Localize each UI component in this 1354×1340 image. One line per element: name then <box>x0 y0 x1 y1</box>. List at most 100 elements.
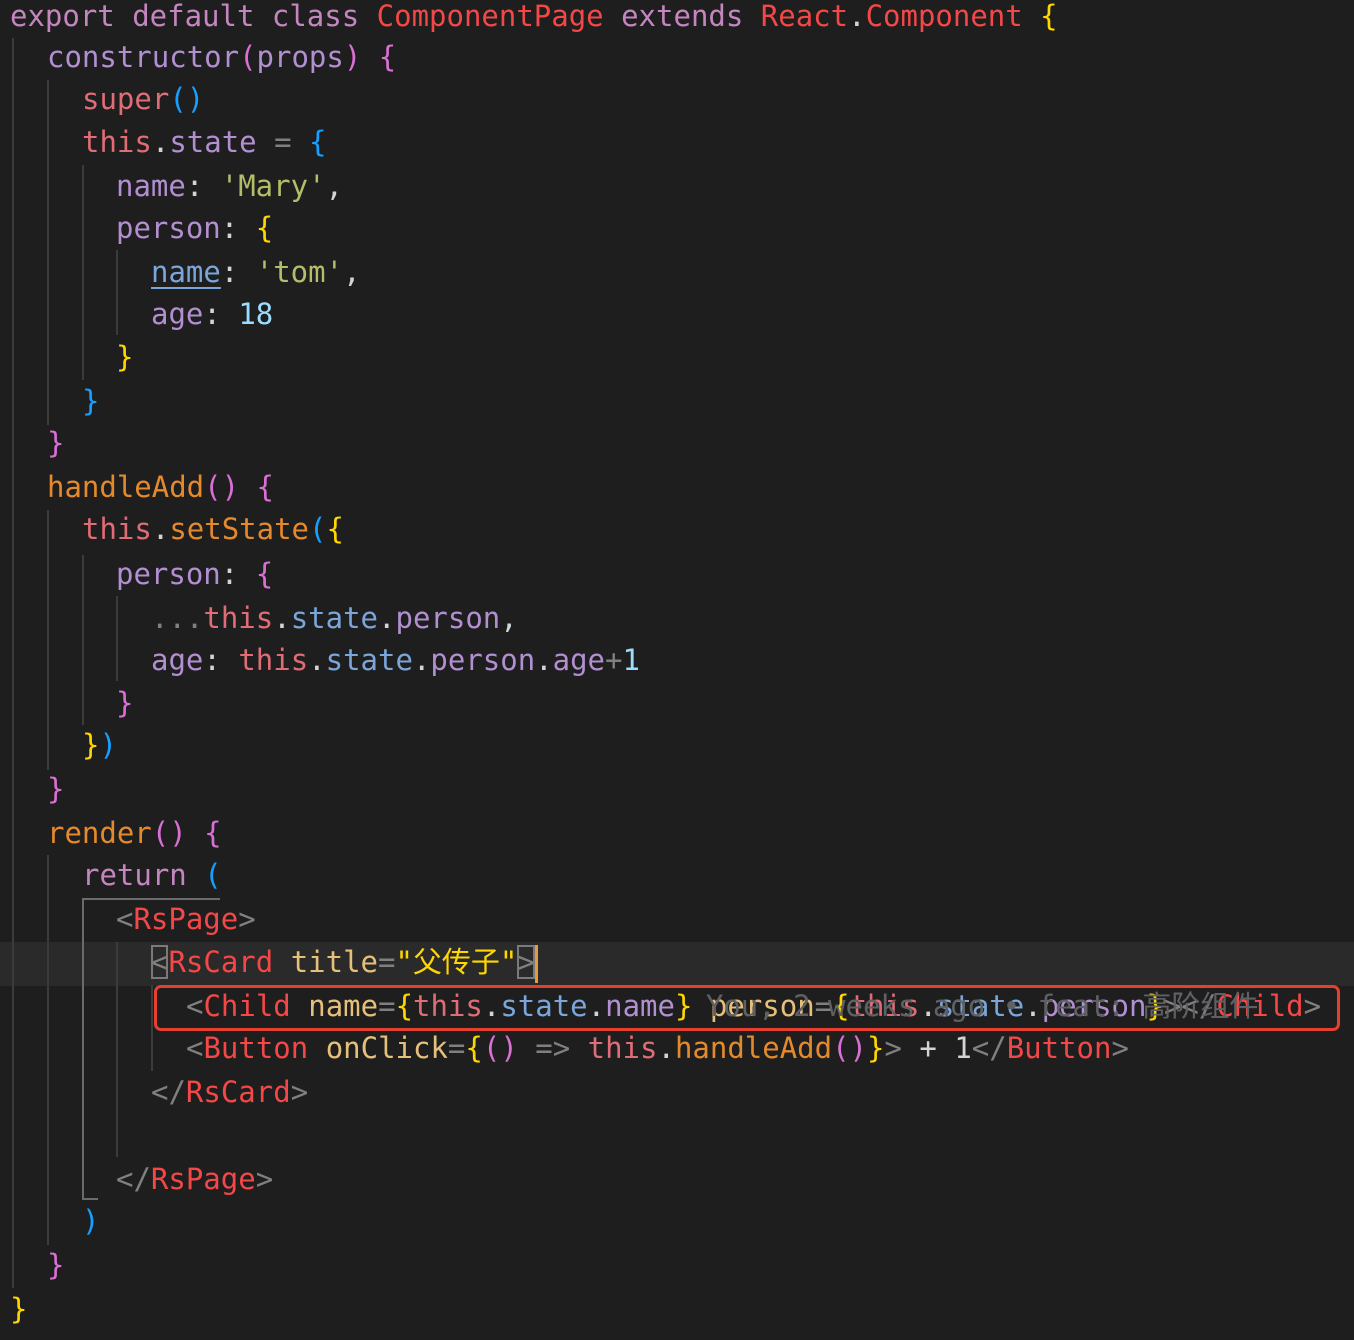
code-line[interactable]: } <box>116 335 133 379</box>
code-token: () <box>482 1031 518 1065</box>
code-token: { <box>255 557 274 591</box>
code-token: 'tom' <box>255 255 344 289</box>
code-token: } <box>867 1031 885 1065</box>
code-token: : <box>185 169 221 203</box>
code-line[interactable]: } <box>47 1243 64 1287</box>
code-token: Component <box>865 0 1023 33</box>
code-token: () <box>169 82 205 116</box>
code-token: : <box>203 297 239 331</box>
code-token: = <box>256 125 310 159</box>
code-token: ) <box>99 728 117 762</box>
code-token: } <box>10 1292 28 1326</box>
code-token: export default class <box>10 0 377 33</box>
code-token: . <box>151 512 170 546</box>
code-token: ) <box>343 40 362 74</box>
code-token: > <box>255 1162 274 1196</box>
code-line[interactable]: } <box>82 379 99 423</box>
code-line[interactable]: <RsCard title="父传子"> <box>151 940 538 984</box>
code-token: person <box>116 211 221 245</box>
indent-guide <box>12 38 14 1288</box>
code-token: person <box>116 557 221 591</box>
code-token: this <box>238 643 309 677</box>
code-line[interactable]: age: this.state.person.age+1 <box>151 638 640 682</box>
code-line[interactable]: constructor(props) { <box>47 35 396 79</box>
code-line[interactable]: } <box>47 767 64 811</box>
code-token: ( <box>309 512 327 546</box>
code-token: age <box>151 643 204 677</box>
code-token: + 1 <box>901 1031 972 1065</box>
code-line[interactable]: ...this.state.person, <box>151 596 518 640</box>
code-token: ( <box>239 40 257 74</box>
code-token: . <box>412 643 431 677</box>
code-token: { <box>255 211 274 245</box>
code-token: this <box>82 512 152 546</box>
code-token: state <box>290 601 379 635</box>
code-token: ... <box>151 601 204 635</box>
code-token: this <box>82 125 152 159</box>
code-token: , <box>500 601 518 635</box>
code-line[interactable]: </RsCard> <box>151 1070 308 1114</box>
code-token: () <box>204 470 240 504</box>
code-line[interactable]: } <box>47 421 64 465</box>
code-token: < <box>186 1031 204 1065</box>
code-token: age <box>151 297 204 331</box>
indent-guide <box>116 250 118 335</box>
code-line[interactable]: age: 18 <box>151 292 273 336</box>
code-line[interactable]: name: 'tom', <box>151 250 361 294</box>
indent-guide <box>47 80 49 425</box>
code-line[interactable]: person: { <box>116 206 273 250</box>
code-token: 'Mary' <box>220 169 326 203</box>
indent-guide-active <box>82 898 84 1200</box>
code-token: React <box>760 0 849 33</box>
code-token: </ <box>151 1075 186 1109</box>
code-token: title <box>273 945 378 979</box>
code-line[interactable]: render() { <box>47 811 222 855</box>
code-line[interactable]: } <box>116 681 133 725</box>
code-line[interactable]: super() <box>82 77 204 121</box>
code-token: Button <box>1006 1031 1112 1065</box>
code-token: => <box>517 1031 588 1065</box>
code-token: setState <box>169 512 309 546</box>
code-token: , <box>325 169 343 203</box>
code-token: < <box>151 945 169 979</box>
code-line[interactable]: </RsPage> <box>116 1157 273 1201</box>
code-token: () <box>832 1031 867 1065</box>
code-token: () <box>151 816 187 850</box>
code-token: > <box>238 902 256 936</box>
code-token: extends <box>603 0 761 33</box>
code-line[interactable]: ) <box>82 1199 99 1243</box>
code-token: props <box>256 40 344 74</box>
code-token: : <box>220 211 256 245</box>
code-line[interactable]: export default class ComponentPage exten… <box>10 0 1058 38</box>
code-token: { <box>361 40 397 74</box>
code-token: > <box>884 1031 902 1065</box>
code-line[interactable]: <RsPage> <box>116 897 256 941</box>
code-token: </ <box>971 1031 1007 1065</box>
code-token: 1 <box>622 643 640 677</box>
code-line[interactable]: }) <box>82 723 117 767</box>
code-line[interactable]: return ( <box>82 853 222 897</box>
code-token: . <box>308 643 326 677</box>
code-line[interactable]: name: 'Mary', <box>116 164 343 208</box>
code-token: } <box>116 686 134 720</box>
indent-guide <box>151 985 153 1071</box>
code-token: age <box>552 643 606 677</box>
code-token: { <box>309 125 327 159</box>
code-token: constructor <box>47 40 240 74</box>
code-line[interactable]: } <box>10 1287 27 1331</box>
code-token: { <box>239 470 274 504</box>
code-line[interactable]: handleAdd() { <box>47 465 274 509</box>
code-token: handleAdd <box>674 1031 833 1065</box>
code-token: name <box>151 255 221 289</box>
code-line[interactable]: this.state = { <box>82 120 326 164</box>
code-token: name <box>116 169 186 203</box>
code-line[interactable]: this.setState({ <box>82 507 344 551</box>
code-token: . <box>848 0 866 33</box>
code-token: } <box>82 384 100 418</box>
code-token: render <box>47 816 152 850</box>
code-token: > <box>517 945 535 979</box>
code-editor[interactable]: export default class ComponentPage exten… <box>0 0 1354 1340</box>
code-line[interactable]: person: { <box>116 552 273 596</box>
code-token: } <box>82 728 100 762</box>
code-token: </ <box>116 1162 151 1196</box>
